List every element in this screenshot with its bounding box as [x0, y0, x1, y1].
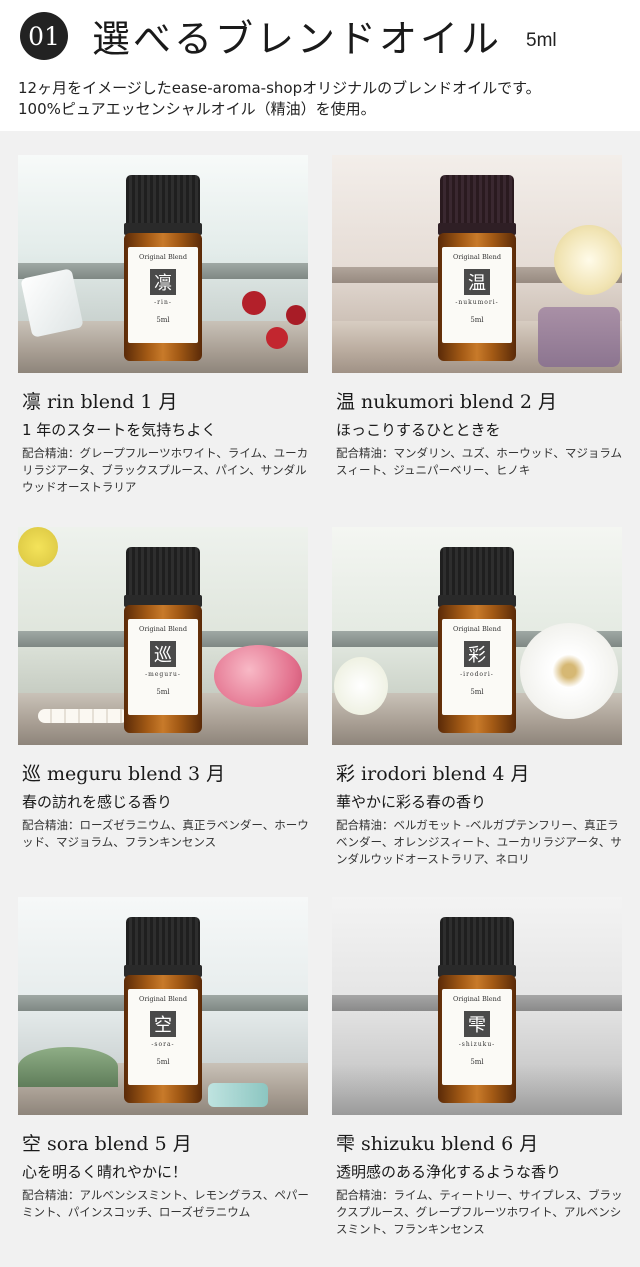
bottle: Original Blend 空 -sora- 5ml [124, 917, 202, 1103]
page-title: 選べるブレンドオイル [92, 17, 503, 61]
blend-subtitle: 華やかに彩る春の香り [336, 793, 487, 811]
bottle-label: Original Blend 巡 -meguru- 5ml [128, 619, 198, 715]
blend-subtitle: 透明感のある浄化するような香り [336, 1163, 562, 1181]
label-kanji: 彩 [464, 641, 490, 667]
intro-line-2: 100%ピュアエッセンシャルオイル（精油）を使用。 [18, 100, 376, 118]
white-flower-decoration [520, 623, 618, 719]
product-photo[interactable]: Original Blend 凛 -rin- 5ml [18, 155, 308, 373]
bottle-label: Original Blend 凛 -rin- 5ml [128, 247, 198, 343]
flower-decoration [18, 527, 58, 567]
flower-decoration [554, 225, 622, 295]
bottle: Original Blend 凛 -rin- 5ml [124, 175, 202, 361]
blend-title: 凛 rin blend 1 月 [22, 391, 178, 413]
blend-subtitle: 春の訪れを感じる香り [22, 793, 173, 811]
rose-decoration [214, 645, 302, 707]
berry-decoration [242, 291, 266, 315]
blend-title: 巡 meguru blend 3 月 [22, 763, 226, 785]
plant-decoration [18, 1047, 118, 1087]
section-number-badge: 01 [20, 12, 68, 60]
blend-oils: 配合精油：ローズゼラニウム、真正ラベンダー、ホーウッド、マジョラム、フランキンセ… [22, 818, 309, 849]
blend-title: 彩 irodori blend 4 月 [336, 763, 530, 785]
bottle-label: Original Blend 彩 -irodori- 5ml [442, 619, 512, 715]
product-photo[interactable]: Original Blend 巡 -meguru- 5ml [18, 527, 308, 745]
product-photo[interactable]: Original Blend 温 -nukumori- 5ml [332, 155, 622, 373]
blend-oils: 配合精油：アルベンシスミント、レモングラス、ペパーミント、パインスコッチ、ローズ… [22, 1188, 309, 1219]
blend-title: 空 sora blend 5 月 [22, 1133, 192, 1155]
blend-oils: 配合精油：ライム、ティートリー、サイプレス、ブラックスプルース、グレープフルーツ… [336, 1188, 623, 1236]
blend-oils: 配合精油：マンダリン、ユズ、ホーウッド、マジョラムスィート、ジュニパーベリー、ヒ… [336, 446, 623, 477]
bottle-label: Original Blend 雫 -shizuku- 5ml [442, 989, 512, 1085]
label-kanji: 凛 [150, 269, 176, 295]
crystal-decoration [208, 1083, 268, 1107]
blend-grid: Original Blend 凛 -rin- 5ml 凛 rin blend 1… [0, 131, 640, 1267]
bottle: Original Blend 巡 -meguru- 5ml [124, 547, 202, 733]
blend-card[interactable]: Original Blend 空 -sora- 5ml 空 sora blend… [18, 897, 318, 1221]
bottle: Original Blend 彩 -irodori- 5ml [438, 547, 516, 733]
blend-card[interactable]: Original Blend 巡 -meguru- 5ml 巡 meguru b… [18, 527, 318, 851]
bottle: Original Blend 温 -nukumori- 5ml [438, 175, 516, 361]
bottle-label: Original Blend 空 -sora- 5ml [128, 989, 198, 1085]
bottle-label: Original Blend 温 -nukumori- 5ml [442, 247, 512, 343]
label-kanji: 巡 [150, 641, 176, 667]
intro-line-1: 12ヶ月をイメージしたease-aroma-shopオリジナルのブレンドオイルで… [18, 79, 541, 97]
blend-oils: 配合精油：ベルガモット -ベルガプテンフリー、真正ラベンダー、オレンジスィート、… [336, 818, 622, 866]
blend-card[interactable]: Original Blend 彩 -irodori- 5ml 彩 irodori… [332, 527, 632, 868]
candle-decoration [538, 307, 620, 367]
blend-card[interactable]: Original Blend 凛 -rin- 5ml 凛 rin blend 1… [18, 155, 318, 496]
blend-card[interactable]: Original Blend 雫 -shizuku- 5ml 雫 shizuku… [332, 897, 632, 1238]
label-kanji: 温 [464, 269, 490, 295]
bottle: Original Blend 雫 -shizuku- 5ml [438, 917, 516, 1103]
pearl-decoration [38, 709, 128, 723]
blend-subtitle: ほっこりするひとときを [336, 421, 501, 439]
product-photo[interactable]: Original Blend 空 -sora- 5ml [18, 897, 308, 1115]
header: 01 選べるブレンドオイル 5ml 12ヶ月をイメージしたease-aroma-… [0, 0, 640, 150]
blend-title: 温 nukumori blend 2 月 [336, 391, 557, 413]
blend-title: 雫 shizuku blend 6 月 [336, 1133, 539, 1155]
blend-card[interactable]: Original Blend 温 -nukumori- 5ml 温 nukumo… [332, 155, 632, 479]
intro-text: 12ヶ月をイメージしたease-aroma-shopオリジナルのブレンドオイルで… [18, 78, 628, 120]
product-photo[interactable]: Original Blend 彩 -irodori- 5ml [332, 527, 622, 745]
label-kanji: 雫 [464, 1011, 490, 1037]
volume-label: 5ml [526, 30, 557, 51]
product-photo[interactable]: Original Blend 雫 -shizuku- 5ml [332, 897, 622, 1115]
blend-subtitle: 1 年のスタートを気持ちよく [22, 421, 217, 439]
blend-subtitle: 心を明るく晴れやかに！ [22, 1163, 188, 1181]
label-kanji: 空 [150, 1011, 176, 1037]
blend-oils: 配合精油：グレープフルーツホワイト、ライム、ユーカリラジアータ、ブラックスプルー… [22, 446, 309, 494]
